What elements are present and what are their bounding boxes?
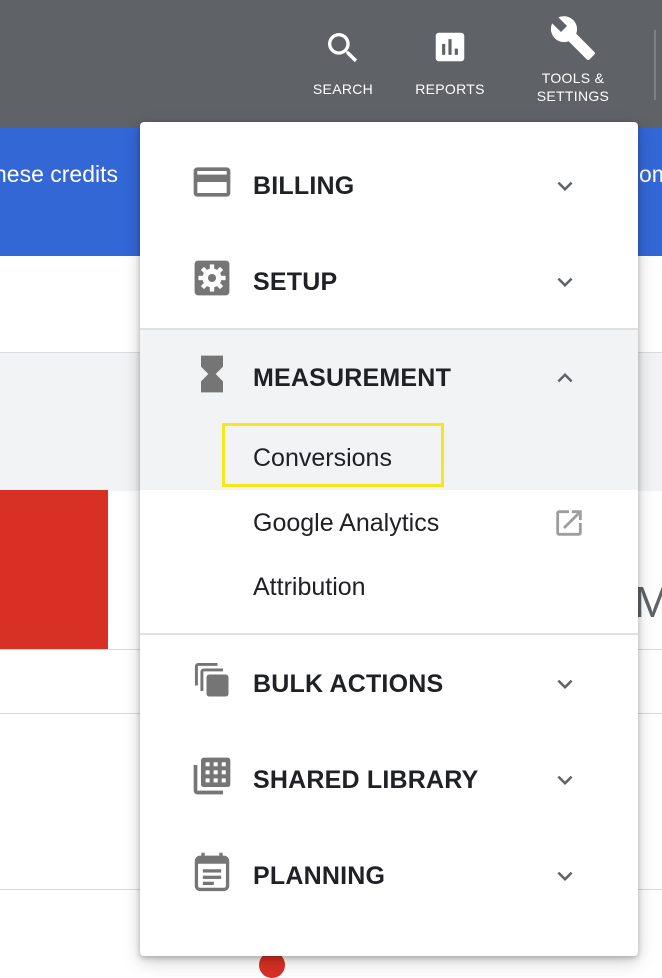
menu-item-attribution[interactable]: Attribution xyxy=(253,567,366,607)
menu-section-shared-library[interactable]: SHARED LIBRARY xyxy=(140,732,638,828)
menu-section-billing[interactable]: BILLING xyxy=(140,138,638,234)
tools-label-line2: SETTINGS xyxy=(536,88,610,104)
red-card xyxy=(0,490,108,650)
top-toolbar: SEARCH REPORTS TOOLS & SETTINGS xyxy=(0,0,662,128)
menu-section-setup[interactable]: SETUP xyxy=(140,234,638,330)
menu-section-label: BILLING xyxy=(253,172,355,200)
menu-section-label: MEASUREMENT xyxy=(253,364,452,392)
menu-section-planning[interactable]: PLANNING xyxy=(140,828,638,924)
chevron-down-icon xyxy=(557,775,573,785)
chevron-down-icon xyxy=(557,277,573,287)
banner-text-left: hese credits xyxy=(0,161,119,187)
background-heading-fragment: M xyxy=(634,578,662,627)
library-grid-icon xyxy=(193,757,231,795)
menu-section-label: PLANNING xyxy=(253,862,386,890)
credit-card-icon xyxy=(193,167,231,197)
external-link-icon[interactable] xyxy=(552,506,586,540)
menu-item-google-analytics[interactable]: Google Analytics xyxy=(253,503,439,543)
bar-chart-icon xyxy=(435,32,465,62)
chevron-up-icon xyxy=(557,373,573,383)
hourglass-icon xyxy=(201,355,223,393)
toolbar-divider xyxy=(654,30,656,100)
chevron-down-icon xyxy=(557,181,573,191)
chevron-down-icon xyxy=(557,679,573,689)
tools-label-line1: TOOLS & xyxy=(541,70,605,86)
gear-icon xyxy=(194,260,230,296)
search-icon xyxy=(328,33,358,63)
menu-divider xyxy=(140,633,638,635)
reports-label: REPORTS xyxy=(415,81,485,97)
menu-section-measurement[interactable]: MEASUREMENT xyxy=(140,330,638,426)
menu-section-label: SHARED LIBRARY xyxy=(253,766,479,794)
banner-text-right: om xyxy=(639,161,662,187)
menu-section-label: SETUP xyxy=(253,268,338,296)
search-label: SEARCH xyxy=(312,81,374,97)
tools-settings-button[interactable]: TOOLS & SETTINGS xyxy=(526,0,620,128)
menu-section-bulk-actions[interactable]: BULK ACTIONS xyxy=(140,636,638,732)
tools-settings-menu: BILLING SETUP MEASUREMENT Conversions Go… xyxy=(140,122,638,956)
wrench-icon xyxy=(550,16,595,60)
calendar-icon xyxy=(194,852,230,892)
reports-button[interactable]: REPORTS xyxy=(406,0,494,128)
chevron-down-icon xyxy=(557,871,573,881)
conversions-highlight-box xyxy=(222,423,444,487)
search-button[interactable]: SEARCH xyxy=(300,0,386,128)
menu-section-label: BULK ACTIONS xyxy=(253,670,444,698)
copy-stack-icon xyxy=(194,662,229,697)
